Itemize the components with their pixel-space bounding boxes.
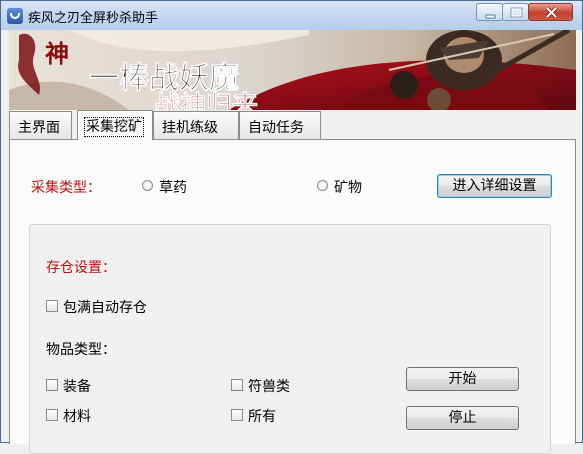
ore-label[interactable]: 矿物	[334, 177, 362, 197]
banner-art: 神 一棒战妖魔 战神归来	[9, 30, 576, 110]
tab-auto-quest[interactable]: 自动任务	[239, 111, 321, 139]
close-icon	[545, 6, 558, 19]
material-label[interactable]: 材料	[63, 406, 91, 426]
window-title: 疾风之刃全屏秒杀助手	[28, 11, 159, 26]
title-bar[interactable]: 疾风之刃全屏秒杀助手	[1, 1, 582, 30]
material-checkbox[interactable]	[46, 409, 58, 421]
detail-settings-button[interactable]: 进入详细设置	[437, 174, 552, 198]
gather-type-label: 采集类型：	[31, 180, 101, 196]
minimize-button[interactable]	[476, 3, 503, 21]
tab-gathering[interactable]: 采集挖矿	[77, 110, 153, 140]
stop-label: 停止	[448, 410, 477, 426]
gathering-panel: 采集类型： 草药 矿物 进入详细设置 存仓设置： 包满自动存仓 物品类型： 装备…	[9, 139, 576, 454]
herb-label[interactable]: 草药	[159, 177, 187, 197]
tab-label: 挂机练级	[162, 120, 218, 136]
close-button[interactable]	[528, 3, 573, 21]
equipment-checkbox[interactable]	[46, 379, 58, 391]
app-logo-icon	[7, 8, 23, 24]
tab-label: 自动任务	[248, 120, 304, 136]
all-items-checkbox[interactable]	[231, 409, 243, 421]
storage-settings-group: 存仓设置： 包满自动存仓 物品类型： 装备 符兽类 材料 所有 开始 停止	[29, 224, 551, 454]
minimize-icon	[485, 14, 496, 19]
detail-settings-label: 进入详细设置	[452, 178, 537, 194]
equipment-label[interactable]: 装备	[63, 376, 91, 396]
auto-store-label[interactable]: 包满自动存仓	[63, 297, 147, 317]
app-window: 疾风之刃全屏秒杀助手 神 一棒战妖魔 战神归来 主界面 采集挖矿 挂机练级 自动…	[0, 0, 583, 454]
start-label: 开始	[448, 371, 477, 387]
banner-logo: 神	[45, 39, 69, 68]
talisman-label[interactable]: 符兽类	[248, 376, 290, 396]
maximize-button[interactable]	[502, 3, 529, 21]
storage-title: 存仓设置：	[46, 260, 116, 276]
auto-store-checkbox[interactable]	[46, 300, 58, 312]
start-button[interactable]: 开始	[406, 367, 519, 391]
item-type-label: 物品类型：	[46, 342, 116, 358]
ore-radio[interactable]	[317, 180, 328, 191]
tab-strip: 主界面 采集挖矿 挂机练级 自动任务	[9, 110, 576, 140]
game-banner: 神 一棒战妖魔 战神归来	[9, 30, 576, 110]
stop-button[interactable]: 停止	[406, 406, 519, 430]
tab-main[interactable]: 主界面	[9, 111, 72, 139]
maximize-icon	[510, 7, 523, 18]
all-items-label[interactable]: 所有	[248, 406, 276, 426]
talisman-checkbox[interactable]	[231, 379, 243, 391]
tab-label: 采集挖矿	[84, 117, 144, 137]
herb-radio[interactable]	[142, 180, 153, 191]
tab-label: 主界面	[18, 120, 60, 136]
tab-leveling[interactable]: 挂机练级	[153, 111, 239, 139]
banner-subtitle: 战神归来	[154, 91, 259, 110]
